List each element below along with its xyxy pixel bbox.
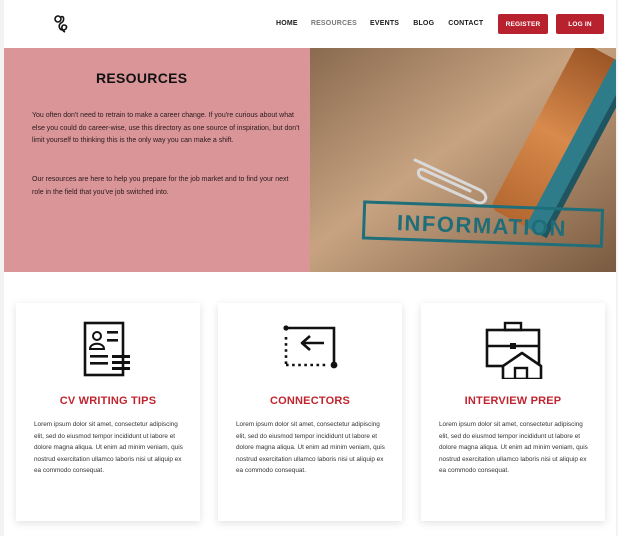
hero-paragraph-2: Our resources are here to help you prepa… [32,176,289,196]
card-cv-writing-tips[interactable]: CV WRITING TIPS Lorem ipsum dolor sit am… [16,303,200,521]
card-interview-prep[interactable]: INTERVIEW PREP Lorem ipsum dolor sit ame… [421,303,605,521]
page-title: RESOURCES [96,70,188,86]
card-title[interactable]: CONNECTORS [218,395,402,407]
site-logo[interactable] [50,12,74,36]
briefcase-icon [483,321,543,381]
card-title[interactable]: CV WRITING TIPS [16,395,200,407]
nav-contact[interactable]: CONTACT [448,20,483,27]
nav-blog[interactable]: BLOG [413,20,434,27]
card-description: Lorem ipsum dolor sit amet, consectetur … [236,421,385,474]
cv-document-icon [78,321,138,379]
card-description: Lorem ipsum dolor sit amet, consectetur … [439,421,588,474]
card-description: Lorem ipsum dolor sit amet, consectetur … [34,421,183,474]
nav-resources[interactable]: RESOURCES [311,20,357,27]
hero-text-panel: RESOURCES You often don't need to retrai… [4,48,310,272]
nav-events[interactable]: EVENTS [370,20,399,27]
hero-image: INFORMATION [310,48,616,272]
card-title[interactable]: INTERVIEW PREP [421,395,605,407]
site-header: HOME RESOURCES EVENTS BLOG CONTACT REGIS… [4,0,616,48]
nav-home[interactable]: HOME [276,20,298,27]
main-nav: HOME RESOURCES EVENTS BLOG CONTACT [276,20,483,27]
card-connectors[interactable]: CONNECTORS Lorem ipsum dolor sit amet, c… [218,303,402,521]
logo-icon [54,15,68,33]
hero-section: RESOURCES You often don't need to retrai… [4,48,616,272]
page: HOME RESOURCES EVENTS BLOG CONTACT REGIS… [0,0,618,536]
login-button[interactable]: LOG IN [556,14,604,34]
hero-paragraph-1: You often don't need to retrain to make … [32,112,300,144]
information-stamp-image: INFORMATION [310,48,616,272]
register-button[interactable]: REGISTER [498,14,548,34]
connector-arrows-icon [280,321,340,379]
